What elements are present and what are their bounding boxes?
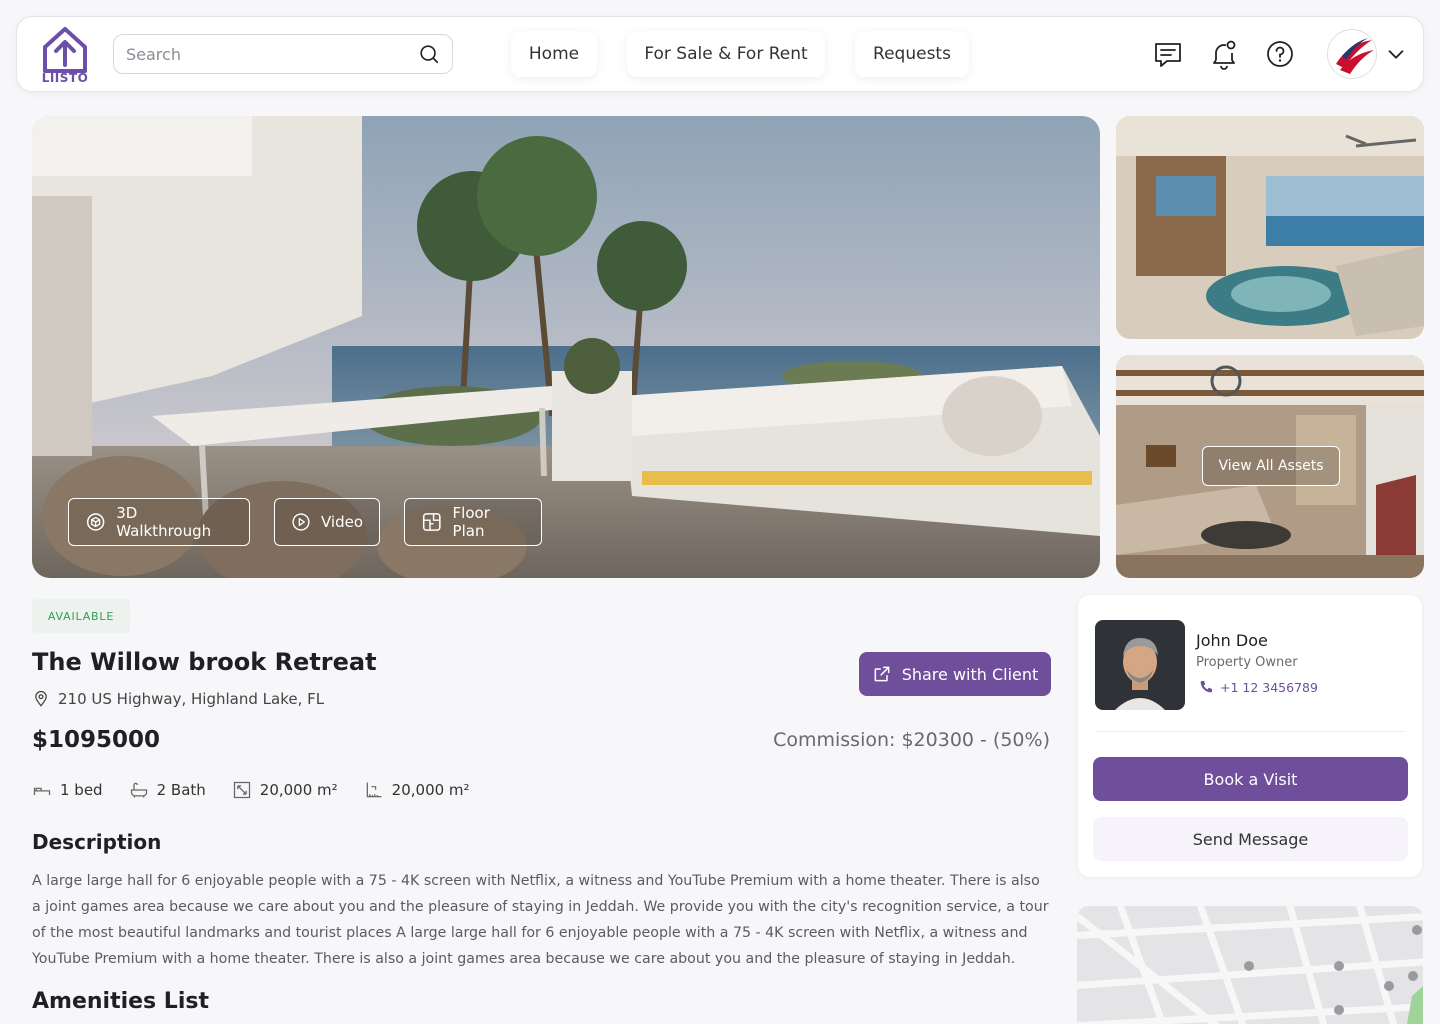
logo-text: LIISTO [41, 71, 89, 85]
address-text: 210 US Highway, Highland Lake, FL [58, 690, 325, 708]
book-visit-button[interactable]: Book a Visit [1093, 757, 1408, 801]
divider [1095, 731, 1405, 732]
agent-name: John Doe [1196, 631, 1268, 650]
property-address: 210 US Highway, Highland Lake, FL [32, 690, 324, 708]
search-input[interactable] [126, 44, 418, 64]
chevron-down-icon[interactable] [1385, 43, 1407, 65]
3d-walkthrough-label: 3D Walkthrough [116, 504, 212, 540]
cube-icon [86, 513, 105, 531]
3d-walkthrough-button[interactable]: 3D Walkthrough [68, 498, 250, 546]
commission-text: Commission: $20300 - (50%) [773, 729, 1050, 751]
chat-icon[interactable] [1151, 37, 1185, 71]
floor-plan-icon [422, 513, 441, 531]
description-heading: Description [32, 830, 162, 854]
feature-lot: 20,000 m² [364, 780, 470, 800]
agent-role: Property Owner [1196, 655, 1298, 670]
bed-icon [33, 787, 51, 795]
feature-beds: 1 bed [32, 780, 103, 800]
living-room-thumbnail[interactable] [1116, 116, 1424, 339]
user-avatar[interactable] [1327, 29, 1377, 79]
agent-card: John Doe Property Owner +1 12 3456789 Bo… [1078, 595, 1422, 877]
external-link-icon [874, 666, 890, 682]
agent-photo [1095, 620, 1185, 710]
help-icon[interactable] [1263, 37, 1297, 71]
feature-area: 20,000 m² [232, 780, 338, 800]
search-icon[interactable] [418, 43, 440, 65]
share-with-client-button[interactable]: Share with Client [859, 652, 1051, 696]
baths-text: 2 Bath [156, 781, 206, 799]
video-button[interactable]: Video [274, 498, 380, 546]
agent-phone-text: +1 12 3456789 [1220, 679, 1318, 695]
area-text: 20,000 m² [259, 781, 338, 799]
phone-icon [1200, 681, 1212, 693]
description-text: A large large hall for 6 enjoyable peopl… [32, 873, 1049, 967]
location-map[interactable] [1077, 906, 1423, 1024]
share-label: Share with Client [901, 664, 1039, 684]
top-navbar: LIISTO Home For Sale & For Rent Requests [16, 16, 1424, 92]
beds-text: 1 bed [60, 781, 103, 799]
search-bar[interactable] [113, 34, 453, 74]
property-price: $1095000 [32, 727, 161, 753]
bathtub-icon [130, 782, 147, 798]
video-label: Video [320, 513, 363, 531]
view-all-assets-button[interactable]: View All Assets [1202, 446, 1340, 486]
bell-icon[interactable] [1207, 37, 1241, 71]
property-title: The Willow brook Retreat [32, 648, 377, 676]
nav-home[interactable]: Home [511, 31, 597, 77]
status-badge: AVAILABLE [32, 599, 130, 633]
lot-size-icon [366, 782, 382, 798]
nav-requests[interactable]: Requests [855, 31, 969, 77]
amenities-heading: Amenities List [32, 989, 209, 1014]
nav-for-sale-for-rent[interactable]: For Sale & For Rent [627, 31, 825, 77]
floor-plan-label: Floor Plan [452, 504, 490, 540]
feature-baths: 2 Bath [129, 780, 206, 800]
floor-plan-button[interactable]: Floor Plan [404, 498, 542, 546]
area-icon [233, 781, 250, 799]
lot-text: 20,000 m² [391, 781, 470, 799]
play-icon [292, 513, 310, 531]
location-pin-icon [35, 690, 47, 707]
send-message-button[interactable]: Send Message [1093, 817, 1408, 861]
property-features: 1 bed 2 Bath 20,000 m² 20,000 m² [32, 780, 470, 800]
agent-phone[interactable]: +1 12 3456789 [1198, 679, 1318, 695]
